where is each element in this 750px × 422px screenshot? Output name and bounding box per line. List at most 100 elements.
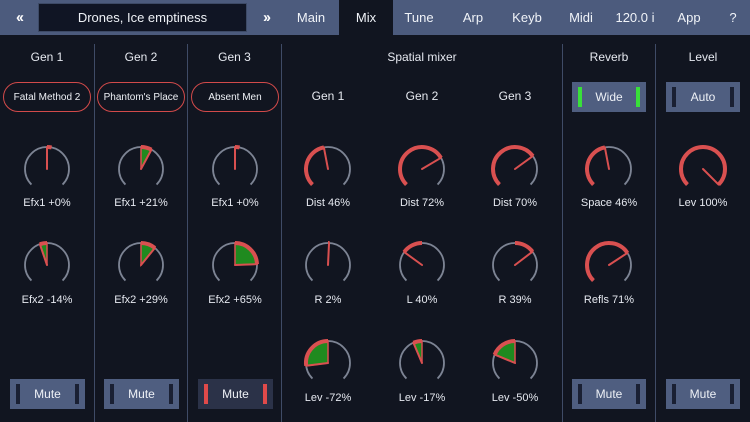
knob-pointer — [327, 242, 331, 266]
master-level-knob[interactable] — [673, 139, 733, 199]
knob-value-arc — [514, 241, 535, 253]
reverb-space-knob[interactable] — [579, 139, 639, 199]
mute-indicator-right — [75, 384, 79, 404]
spatial-gen2-lev-knob[interactable] — [392, 333, 452, 393]
gen3-efx1-knob[interactable] — [205, 139, 265, 199]
tab-keyb[interactable]: Keyb — [501, 0, 553, 35]
divider — [187, 44, 188, 422]
knob-value-arc — [304, 145, 325, 186]
divider — [562, 44, 563, 422]
tab-arp[interactable]: Arp — [447, 0, 499, 35]
spatial-gen1-lev-knob[interactable] — [298, 333, 358, 393]
knob-pointer — [234, 263, 258, 266]
spatial-gen3-title: Gen 3 — [498, 89, 532, 103]
reverb-mode-label: Wide — [595, 90, 623, 104]
tab-mix[interactable]: Mix — [339, 0, 393, 35]
knob-pointer — [514, 155, 534, 170]
gen2-efx2-knob[interactable] — [111, 235, 171, 295]
gen1-mute-button[interactable]: Mute — [10, 379, 85, 409]
gen2-mute-button[interactable]: Mute — [104, 379, 179, 409]
spatial-gen1-dist-label: Dist 46% — [305, 197, 351, 209]
spatial-gen2-pan-label: L 40% — [406, 294, 438, 306]
spatial-gen1-title: Gen 1 — [311, 89, 345, 103]
reverb-wide-button[interactable]: Wide — [572, 82, 646, 112]
spatial-gen3-pan-knob[interactable] — [485, 235, 545, 295]
gen3-efx1-label: Efx1 +0% — [211, 197, 259, 209]
knob-pointer — [514, 250, 534, 266]
divider — [281, 44, 282, 422]
knob-pointer — [603, 146, 610, 170]
spatial-gen1-lev-label: Lev -72% — [304, 392, 352, 404]
level-mute-button[interactable]: Mute — [666, 379, 740, 409]
reverb-space-label: Space 46% — [580, 197, 638, 209]
gen2-patch-button[interactable]: Phantom's Place — [97, 82, 185, 112]
knob-value-arc — [402, 241, 423, 254]
reverb-mute-button[interactable]: Mute — [572, 379, 646, 409]
gen1-mute-label: Mute — [34, 387, 61, 401]
spatial-gen3-dist-knob[interactable] — [485, 139, 545, 199]
gen2-efx1-knob[interactable] — [111, 139, 171, 199]
tab-tempo[interactable]: 120.0 i — [609, 0, 661, 35]
tab-app[interactable]: App — [663, 0, 715, 35]
tab-midi[interactable]: Midi — [555, 0, 607, 35]
preset-name-display[interactable]: Drones, Ice emptiness — [38, 3, 247, 32]
mute-indicator-right — [730, 384, 734, 404]
gen2-efx1-label: Efx1 +21% — [114, 197, 168, 209]
knob-value-arc — [491, 145, 535, 186]
knob-pointer — [421, 156, 442, 170]
gen1-efx2-label: Efx2 -14% — [21, 294, 73, 306]
mute-indicator-right — [636, 384, 640, 404]
mute-indicator-left — [16, 384, 20, 404]
knob-value-arc — [585, 145, 606, 186]
spatial-gen2-dist-label: Dist 72% — [399, 197, 445, 209]
gen1-efx1-label: Efx1 +0% — [23, 197, 71, 209]
reverb-mute-label: Mute — [595, 387, 623, 401]
reverb-refls-knob[interactable] — [579, 235, 639, 295]
level-auto-button[interactable]: Auto — [666, 82, 740, 112]
spatial-gen2-title: Gen 2 — [405, 89, 439, 103]
knob-value-arc — [39, 241, 48, 247]
auto-indicator-right — [730, 87, 734, 107]
spatial-gen3-lev-label: Lev -50% — [491, 392, 539, 404]
reverb-title: Reverb — [589, 50, 629, 64]
spatial-mixer-title: Spatial mixer — [387, 50, 457, 64]
mute-indicator-left — [204, 384, 208, 404]
spatial-gen2-dist-knob[interactable] — [392, 139, 452, 199]
top-bar: ‹‹ Drones, Ice emptiness ›› Main Mix Tun… — [0, 0, 750, 35]
knob-value-arc — [585, 241, 630, 282]
prev-preset-button[interactable]: ‹‹ — [2, 0, 36, 35]
gen3-efx2-label: Efx2 +65% — [208, 294, 262, 306]
gen3-mute-button[interactable]: Mute — [198, 379, 273, 409]
spatial-gen3-dist-label: Dist 70% — [492, 197, 538, 209]
spatial-gen1-pan-knob[interactable] — [298, 235, 358, 295]
wide-indicator-right — [636, 87, 640, 107]
gen2-title: Gen 2 — [124, 50, 158, 64]
gen1-patch-button[interactable]: Fatal Method 2 — [3, 82, 91, 112]
tab-tune[interactable]: Tune — [393, 0, 445, 35]
divider — [655, 44, 656, 422]
spatial-gen2-lev-label: Lev -17% — [398, 392, 446, 404]
mute-indicator-left — [672, 384, 676, 404]
spatial-gen3-lev-knob[interactable] — [485, 333, 545, 393]
gen1-title: Gen 1 — [30, 50, 64, 64]
mute-indicator-left — [110, 384, 114, 404]
level-title: Level — [688, 50, 718, 64]
spatial-gen2-pan-knob[interactable] — [392, 235, 452, 295]
tab-help[interactable]: ? — [716, 0, 750, 35]
level-mute-label: Mute — [689, 387, 717, 401]
gen2-mute-label: Mute — [128, 387, 155, 401]
auto-indicator-left — [672, 87, 676, 107]
spatial-gen3-pan-label: R 39% — [498, 294, 532, 306]
next-preset-button[interactable]: ›› — [249, 0, 283, 35]
gen3-patch-button[interactable]: Absent Men — [191, 82, 279, 112]
gen1-efx1-knob[interactable] — [17, 139, 77, 199]
mute-indicator-right — [169, 384, 173, 404]
master-level-label: Lev 100% — [678, 197, 728, 209]
gen3-efx2-knob[interactable] — [205, 235, 265, 295]
spatial-gen1-dist-knob[interactable] — [298, 139, 358, 199]
knob-pointer — [322, 146, 329, 170]
tab-main[interactable]: Main — [285, 0, 337, 35]
knob-value-arc — [679, 145, 727, 186]
gen1-efx2-knob[interactable] — [17, 235, 77, 295]
knob-value-arc — [398, 145, 443, 186]
